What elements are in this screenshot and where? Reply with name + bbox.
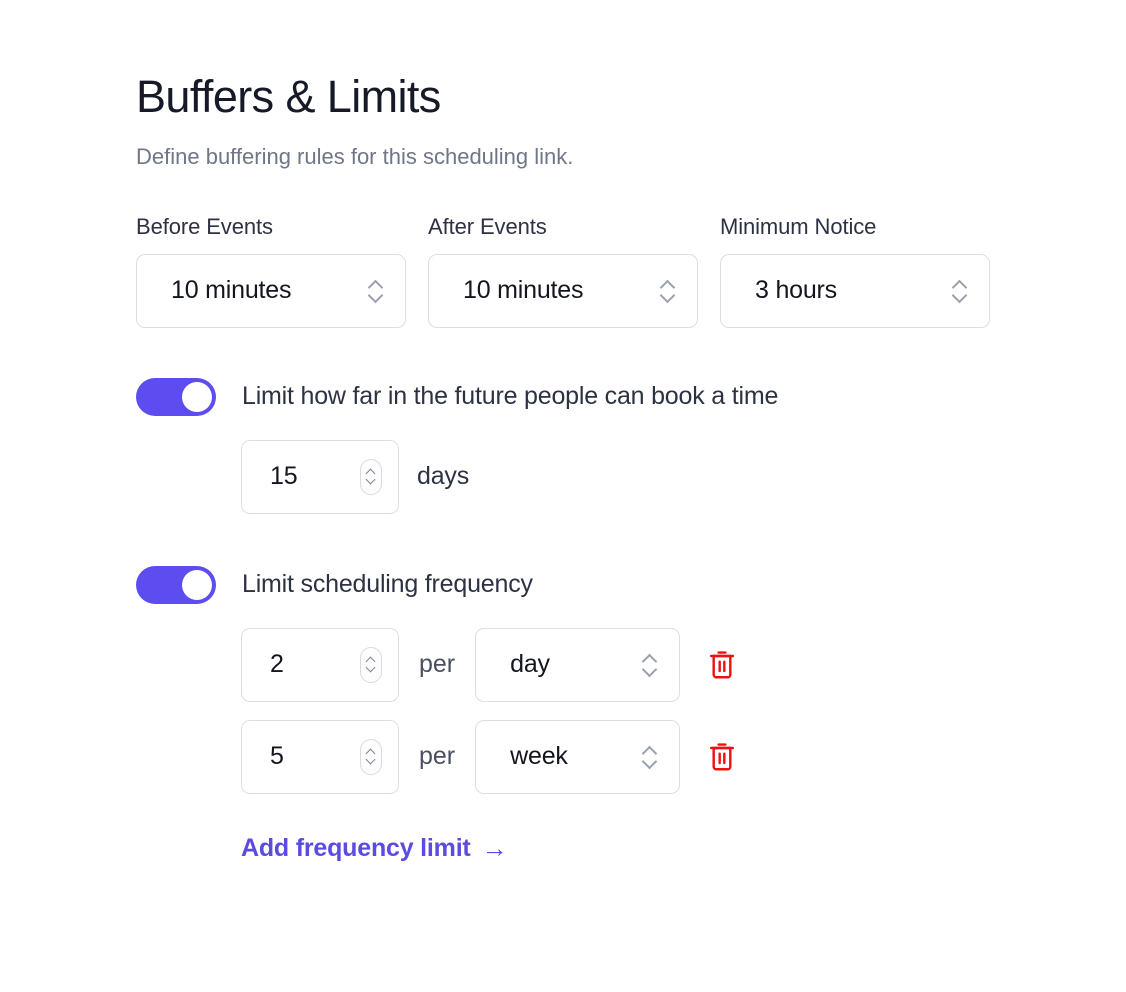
toggle-knob (182, 381, 212, 412)
minimum-notice-value: 3 hours (755, 276, 837, 305)
toggle-knob (182, 569, 212, 600)
stepper-updown-icon[interactable] (657, 281, 679, 301)
trash-icon (708, 650, 736, 680)
future-limit-toggle-row: Limit how far in the future people can b… (136, 377, 1126, 416)
frequency-count-input[interactable]: 5 (241, 719, 399, 794)
add-frequency-limit-label: Add frequency limit (241, 833, 471, 862)
page-subtitle: Define buffering rules for this scheduli… (136, 143, 574, 169)
future-limit-days-input[interactable]: 15 (241, 439, 399, 514)
frequency-period-select[interactable]: week (475, 719, 681, 794)
per-label: per (419, 650, 456, 679)
buffers-and-limits-page: Buffers & Limits Define buffering rules … (0, 0, 1126, 992)
chevron-down-icon (369, 293, 383, 301)
frequency-limit-row: 5 per week (241, 719, 1126, 794)
field-before-events: Before Events 10 minutes (136, 214, 406, 328)
buffer-fields-row: Before Events 10 minutes After Events 10… (136, 214, 1126, 328)
number-stepper-icon[interactable] (360, 646, 382, 683)
after-events-select[interactable]: 10 minutes (428, 253, 698, 328)
frequency-limit-toggle[interactable] (136, 565, 216, 604)
frequency-limit-row: 2 per day (241, 627, 1126, 702)
frequency-count-value: 5 (270, 742, 284, 771)
future-limit-unit-label: days (417, 462, 470, 491)
stepper-updown-icon[interactable] (639, 655, 661, 675)
field-label-before-events: Before Events (136, 213, 273, 239)
after-events-value: 10 minutes (463, 276, 584, 305)
stepper-updown-icon[interactable] (639, 747, 661, 767)
stepper-updown-icon[interactable] (365, 281, 387, 301)
number-stepper-icon[interactable] (360, 738, 382, 775)
field-label-minimum-notice: Minimum Notice (720, 213, 877, 239)
frequency-period-select[interactable]: day (475, 627, 681, 702)
arrow-right-icon: → (481, 833, 508, 864)
add-frequency-limit-link[interactable]: Add frequency limit → (241, 833, 508, 864)
chevron-down-icon (366, 666, 376, 672)
future-limit-value-row: 15 days (241, 439, 1126, 514)
chevron-down-icon (643, 759, 657, 767)
number-stepper-icon[interactable] (360, 458, 382, 495)
chevron-down-icon (366, 478, 376, 484)
future-limit-toggle[interactable] (136, 377, 216, 416)
future-limit-days-value: 15 (270, 462, 298, 491)
future-limit-label: Limit how far in the future people can b… (242, 382, 779, 411)
frequency-limit-toggle-row: Limit scheduling frequency (136, 565, 1126, 604)
before-events-select[interactable]: 10 minutes (136, 253, 406, 328)
before-events-value: 10 minutes (171, 276, 292, 305)
chevron-down-icon (366, 758, 376, 764)
frequency-period-value: day (510, 650, 550, 679)
chevron-down-icon (953, 293, 967, 301)
frequency-count-value: 2 (270, 650, 284, 679)
field-label-after-events: After Events (428, 213, 547, 239)
delete-frequency-limit-button[interactable] (698, 742, 736, 772)
frequency-count-input[interactable]: 2 (241, 627, 399, 702)
field-minimum-notice: Minimum Notice 3 hours (720, 214, 990, 328)
chevron-down-icon (661, 293, 675, 301)
frequency-limit-label: Limit scheduling frequency (242, 570, 533, 599)
minimum-notice-select[interactable]: 3 hours (720, 253, 990, 328)
trash-icon (708, 742, 736, 772)
frequency-period-value: week (510, 742, 568, 771)
field-after-events: After Events 10 minutes (428, 214, 698, 328)
page-title: Buffers & Limits (136, 71, 441, 122)
stepper-updown-icon[interactable] (949, 281, 971, 301)
delete-frequency-limit-button[interactable] (698, 650, 736, 680)
per-label: per (419, 742, 456, 771)
chevron-down-icon (643, 667, 657, 675)
